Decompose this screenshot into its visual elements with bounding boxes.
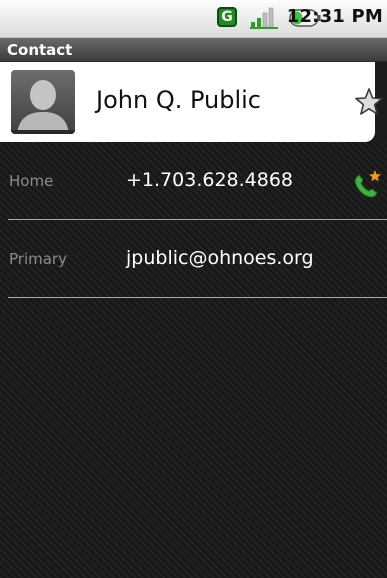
detail-row-phone[interactable]: Home +1.703.628.4868 xyxy=(0,142,387,220)
phone-number: +1.703.628.4868 xyxy=(126,169,294,191)
email-address: jpublic@ohnoes.org xyxy=(126,247,314,269)
title-bar: Contact xyxy=(0,38,387,62)
phone-call-icon[interactable] xyxy=(350,168,384,198)
detail-row-email[interactable]: Primary jpublic@ohnoes.org xyxy=(0,220,387,298)
network-g-icon: G xyxy=(217,7,237,27)
page-title: Contact xyxy=(7,41,73,59)
person-icon xyxy=(11,70,75,134)
contact-details: Home +1.703.628.4868 Primary jpublic@ohn… xyxy=(0,142,387,578)
status-bar: G 12:31 PM xyxy=(0,0,387,38)
avatar[interactable] xyxy=(11,70,75,134)
contact-header: John Q. Public xyxy=(0,62,375,142)
favorite-star-icon[interactable] xyxy=(354,87,384,117)
contact-screen: G 12:31 PM Contact John Q. Public Home +… xyxy=(0,0,387,578)
email-label: Primary xyxy=(9,250,67,268)
row-divider xyxy=(8,297,387,298)
contact-name: John Q. Public xyxy=(96,86,261,114)
phone-label: Home xyxy=(9,172,54,190)
signal-icon xyxy=(250,7,278,29)
clock: 12:31 PM xyxy=(286,6,383,27)
